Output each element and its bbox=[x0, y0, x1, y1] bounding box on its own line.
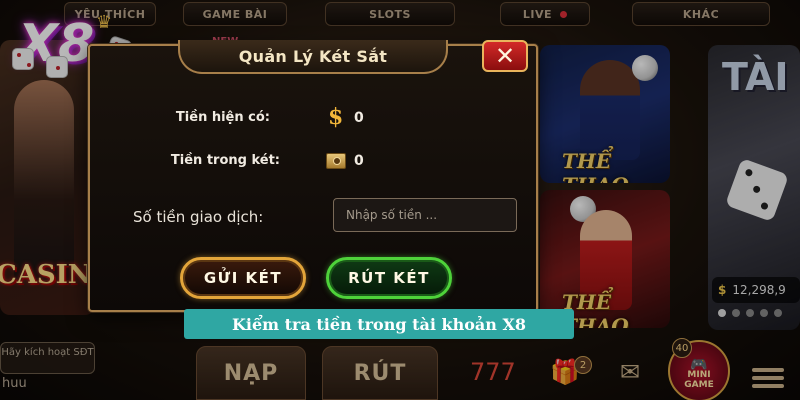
deposit-to-safe-button[interactable]: GỬI KÉT bbox=[180, 257, 306, 299]
dialog-title: Quản Lý Két Sắt bbox=[238, 46, 388, 66]
caption-banner: Kiểm tra tiền trong tài khoản X8 bbox=[184, 309, 574, 339]
safe-money-value: 0 bbox=[354, 153, 364, 169]
withdraw-from-safe-button[interactable]: RÚT KÉT bbox=[326, 257, 452, 299]
current-money-label: Tiền hiện có: bbox=[175, 110, 270, 125]
safe-management-dialog: Quản Lý Két Sắt ✕ Tiền hiện có: $ 0 Tiền… bbox=[88, 40, 538, 312]
close-icon: ✕ bbox=[494, 42, 516, 70]
amount-input[interactable] bbox=[333, 198, 517, 232]
dollar-icon: $ bbox=[328, 104, 344, 130]
close-button[interactable]: ✕ bbox=[482, 40, 528, 72]
dialog-header: Quản Lý Két Sắt bbox=[178, 40, 448, 74]
safe-money-label: Tiền trong két: bbox=[170, 153, 280, 168]
withdraw-from-safe-label: RÚT KÉT bbox=[348, 269, 430, 287]
safe-icon bbox=[326, 153, 346, 169]
deposit-to-safe-label: GỬI KÉT bbox=[203, 269, 283, 287]
current-money-value: 0 bbox=[354, 110, 364, 126]
amount-label: Số tiền giao dịch: bbox=[133, 208, 264, 226]
